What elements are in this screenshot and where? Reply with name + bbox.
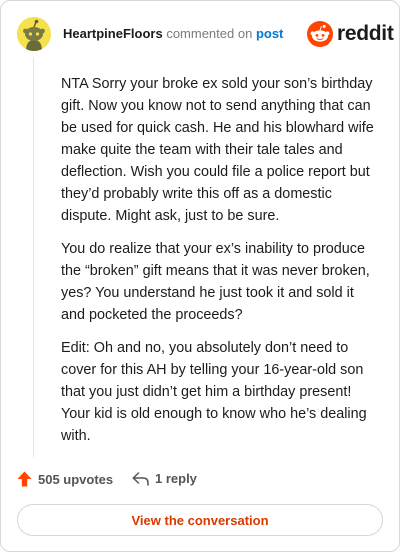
snoo-avatar-icon <box>17 17 51 51</box>
upvote-arrow-icon <box>17 471 32 487</box>
comment-header: HeartpineFloors commented on post reddit <box>17 17 394 53</box>
reply-arrow-icon <box>132 471 149 486</box>
comment-paragraph: NTA Sorry your broke ex sold your son’s … <box>61 76 374 224</box>
thread-line <box>33 57 34 457</box>
post-link[interactable]: post <box>256 26 283 41</box>
comment-card: HeartpineFloors commented on post reddit… <box>0 0 400 552</box>
upvote-button[interactable]: 505 upvotes <box>17 471 113 487</box>
view-conversation-button[interactable]: View the conversation <box>17 504 383 536</box>
reply-count: 1 reply <box>155 471 197 486</box>
comment-meta: HeartpineFloors commented on post <box>63 26 283 41</box>
comment-paragraph: Edit: Oh and no, you absolutely don’t ne… <box>61 340 367 444</box>
username-link[interactable]: HeartpineFloors <box>63 26 163 41</box>
comment-body: NTA Sorry your broke ex sold your son’s … <box>61 73 379 458</box>
comment-paragraph: You do realize that your ex’s inability … <box>61 241 370 323</box>
upvotes-count: 505 upvotes <box>38 471 114 487</box>
reply-button[interactable]: 1 reply <box>132 471 197 486</box>
commented-on-text: commented on <box>166 26 253 41</box>
reddit-wordmark: reddit <box>337 22 394 45</box>
reddit-snoo-icon <box>307 21 333 47</box>
reddit-logo[interactable]: reddit <box>307 21 394 47</box>
user-avatar[interactable] <box>17 17 51 51</box>
